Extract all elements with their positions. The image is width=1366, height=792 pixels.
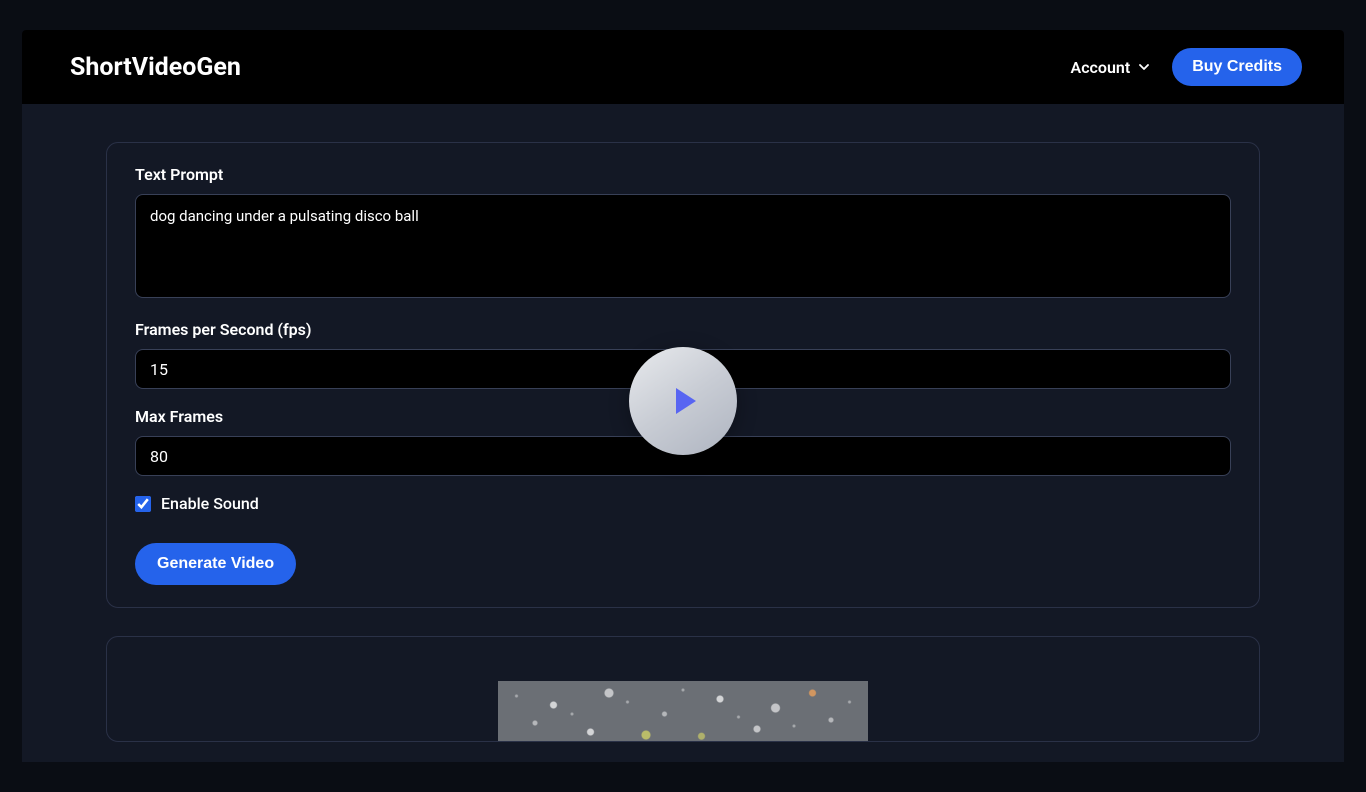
video-card [106,636,1260,742]
play-icon [676,388,696,414]
header-right: Account Buy Credits [1071,48,1302,86]
header: ShortVideoGen Account Buy Credits [22,30,1344,104]
account-dropdown[interactable]: Account [1071,58,1151,77]
text-prompt-input[interactable] [135,194,1231,298]
account-label: Account [1071,58,1131,77]
enable-sound-label: Enable Sound [161,494,259,513]
enable-sound-checkbox[interactable] [135,496,151,512]
video-preview[interactable] [498,681,868,741]
generate-video-button[interactable]: Generate Video [135,543,296,585]
fps-label: Frames per Second (fps) [135,320,1231,339]
text-prompt-label: Text Prompt [135,165,1231,184]
logo: ShortVideoGen [70,53,241,82]
buy-credits-button[interactable]: Buy Credits [1172,48,1302,86]
play-button[interactable] [629,347,737,455]
enable-sound-group: Enable Sound [135,494,1231,513]
chevron-down-icon [1138,61,1150,73]
text-prompt-group: Text Prompt [135,165,1231,302]
